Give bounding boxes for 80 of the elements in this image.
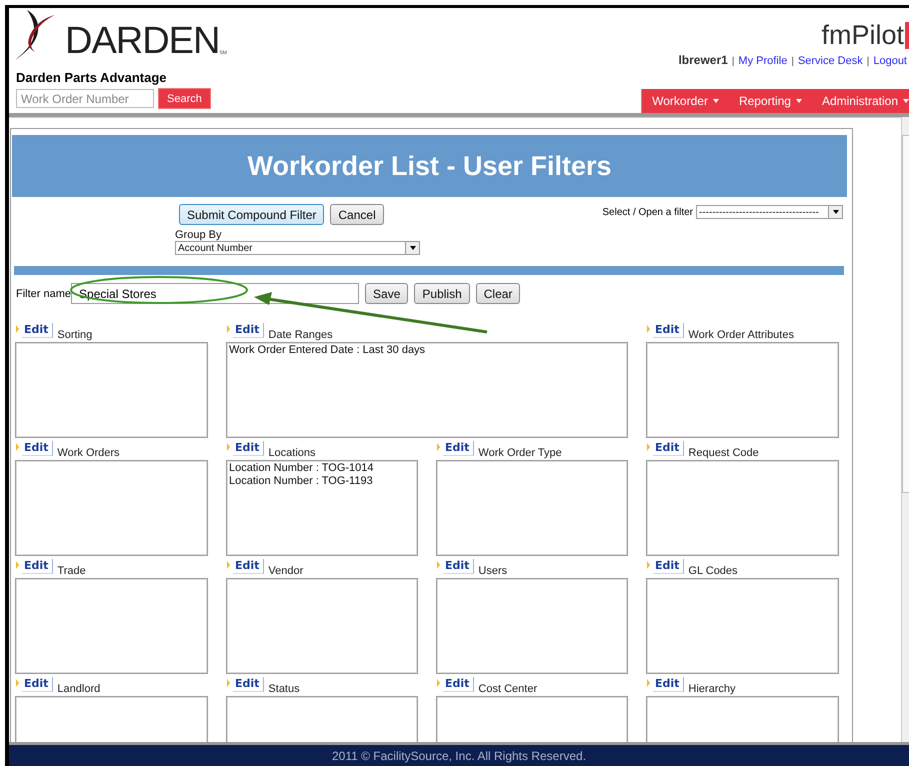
section-title: Landlord (57, 683, 100, 695)
edit-link[interactable]: Edit (233, 559, 264, 574)
section-title: Status (268, 683, 300, 695)
page-title: Workorder List - User Filters (12, 135, 847, 197)
arrow-icon (227, 679, 230, 687)
section-title: Work Order Type (478, 447, 562, 459)
open-filter-dropdown[interactable]: ------------------------------------ (696, 205, 843, 219)
section-title: Sorting (57, 329, 92, 341)
section-title: Hierarchy (688, 683, 736, 695)
publish-button[interactable]: Publish (414, 283, 470, 304)
edit-link[interactable]: Edit (653, 559, 684, 574)
arrow-icon (16, 561, 19, 569)
caret-icon (796, 99, 802, 103)
filter-name-label: Filter name (16, 288, 72, 300)
edit-link[interactable]: Edit (443, 677, 474, 692)
logo-bar-icon (905, 22, 909, 48)
link-separator: | (866, 56, 870, 67)
edit-link[interactable]: Edit (443, 559, 474, 574)
scrollbar[interactable] (901, 117, 909, 742)
section-title: Cost Center (478, 683, 538, 695)
caret-icon (712, 99, 719, 103)
clear-button[interactable]: Clear (476, 283, 520, 304)
search-button[interactable]: Search (158, 88, 211, 109)
link-separator: | (732, 56, 734, 67)
copyright-text: 2011 © FacilitySource, Inc. All Rights Reserved. (332, 748, 586, 762)
arrow-icon (647, 325, 650, 333)
product-logo: fmPilot (821, 20, 904, 50)
submit-button[interactable]: Submit Compound Filter (179, 204, 324, 225)
nav-menu-item[interactable]: Administration (822, 94, 909, 108)
edit-link[interactable]: Edit (653, 441, 684, 456)
save-button[interactable]: Save (365, 283, 408, 304)
edit-link[interactable]: Edit (443, 441, 474, 456)
edit-link[interactable]: Edit (233, 323, 264, 338)
link-separator: | (791, 56, 794, 67)
arrow-icon (16, 679, 19, 687)
section-title: Vendor (268, 565, 304, 577)
search-field[interactable]: Work Order Number (16, 89, 154, 108)
nav-menu-item[interactable]: Workorder (652, 94, 719, 108)
section-title: Work Orders (57, 447, 120, 459)
arrow-icon (437, 561, 440, 569)
criteria-entry: Location Number : TOG-1193 (229, 475, 374, 488)
section-title: GL Codes (688, 565, 738, 577)
section-title: Users (478, 565, 508, 577)
edit-link[interactable]: Edit (22, 677, 54, 692)
edit-link[interactable]: Edit (233, 441, 264, 456)
section-title: Request Code (688, 447, 759, 459)
arrow-icon (437, 443, 440, 451)
edit-link[interactable]: Edit (233, 677, 264, 692)
nav-menu-item[interactable]: Reporting (738, 94, 802, 108)
header-link[interactable]: My Profile (738, 55, 788, 67)
edit-link[interactable]: Edit (653, 677, 684, 692)
arrow-icon (16, 443, 19, 451)
criteria-entry: Work Order Entered Date : Last 30 days (229, 344, 426, 357)
site-name: Darden Parts Advantage (16, 70, 168, 85)
edit-link[interactable]: Edit (22, 559, 54, 574)
brand-logo: DARDEN (65, 22, 220, 60)
section-title: Trade (57, 565, 86, 577)
arrow-icon (437, 679, 440, 687)
arrow-icon (227, 325, 230, 333)
open-filter-label: Select / Open a filter (602, 206, 693, 218)
section-title: Locations (268, 447, 316, 459)
criteria-entry: Location Number : TOG-1014 (229, 462, 375, 475)
user-name: lbrewer1 (678, 53, 728, 67)
arrow-icon (647, 561, 650, 569)
group-by-label: Group By (175, 229, 222, 241)
caret-icon (903, 99, 909, 103)
edit-link[interactable]: Edit (653, 323, 684, 338)
arrow-icon (227, 443, 230, 451)
arrow-icon (647, 679, 650, 687)
group-by-dropdown[interactable]: Account Number (175, 241, 420, 255)
section-title: Date Ranges (268, 329, 333, 341)
cancel-button[interactable]: Cancel (330, 204, 384, 225)
arrow-icon (647, 443, 650, 451)
header-link[interactable]: Service Desk (798, 55, 863, 67)
edit-link[interactable]: Edit (22, 441, 54, 456)
edit-link[interactable]: Edit (22, 323, 54, 338)
header-link[interactable]: Logout (873, 55, 907, 67)
arrow-icon (227, 561, 230, 569)
arrow-icon (16, 325, 19, 333)
section-title: Work Order Attributes (688, 329, 794, 341)
